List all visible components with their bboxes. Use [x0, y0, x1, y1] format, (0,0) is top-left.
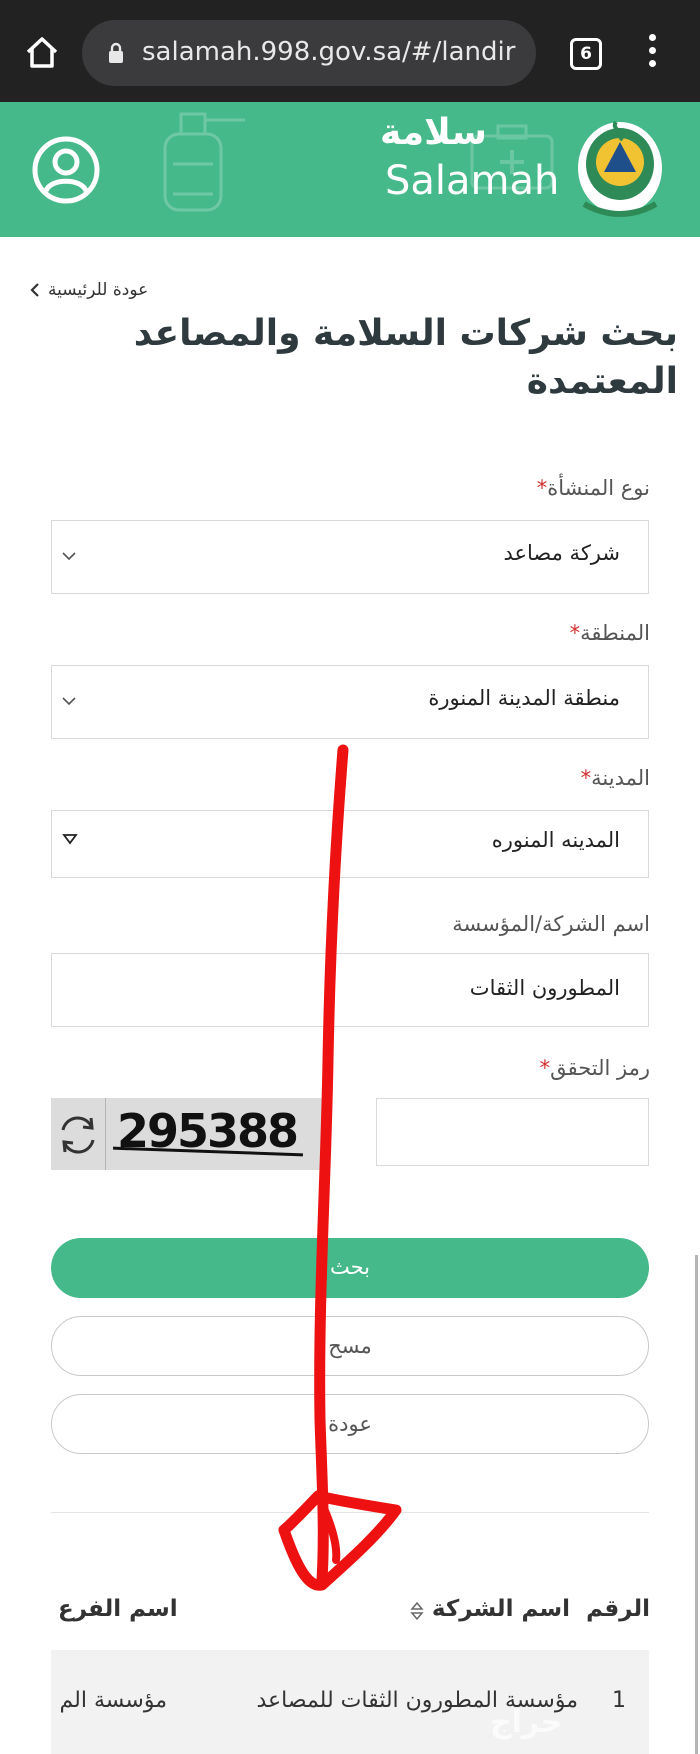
captcha-image: 295388: [51, 1098, 323, 1170]
column-header-branch[interactable]: اسم الفرع: [58, 1596, 178, 1622]
region-label: المنطقة*: [566, 621, 650, 645]
address-bar[interactable]: salamah.998.gov.sa/#/landir: [82, 20, 536, 86]
captcha-refresh-button[interactable]: [51, 1098, 106, 1170]
column-header-company[interactable]: اسم الشركة: [432, 1596, 570, 1622]
company-name-value: المطورون الثقات: [469, 976, 620, 1000]
civil-defense-emblem-icon: [578, 120, 662, 217]
sort-icon[interactable]: [410, 1600, 424, 1622]
chevron-down-icon: [62, 552, 76, 561]
section-divider: [51, 1512, 649, 1513]
browser-toolbar: salamah.998.gov.sa/#/landir 6: [0, 0, 700, 102]
facility-type-value: شركة مصاعد: [503, 541, 620, 565]
required-marker: *: [539, 1056, 551, 1080]
watermark-logo: حراج: [490, 1705, 563, 1740]
back-to-home-link[interactable]: عودة للرئيسية: [30, 280, 148, 310]
lock-icon: [109, 42, 123, 63]
home-icon[interactable]: [22, 32, 62, 72]
required-marker: *: [569, 621, 581, 645]
refresh-icon: [61, 1116, 95, 1154]
search-button[interactable]: بحث: [51, 1238, 649, 1298]
captcha-input[interactable]: [376, 1098, 649, 1166]
region-select[interactable]: منطقة المدينة المنورة: [51, 665, 649, 739]
brand-name-arabic: سلامة: [380, 112, 487, 153]
chevron-down-icon: [62, 697, 76, 706]
facility-type-label-text: نوع المنشأة: [547, 476, 650, 500]
required-marker: *: [580, 766, 592, 790]
back-button[interactable]: عودة: [51, 1394, 649, 1454]
extinguisher-icon: [163, 112, 245, 212]
captcha-label: رمز التحقق*: [536, 1056, 650, 1080]
more-menu-icon[interactable]: [646, 34, 658, 74]
cell-branch: مؤسسة الم: [59, 1688, 167, 1713]
company-name-label: اسم الشركة/المؤسسة: [452, 912, 650, 936]
url-text[interactable]: salamah.998.gov.sa/#/landir: [142, 37, 527, 67]
city-label: المدينة*: [577, 766, 650, 790]
captcha-label-text: رمز التحقق: [550, 1056, 650, 1080]
back-link-label: عودة للرئيسية: [48, 280, 149, 300]
tab-count-button[interactable]: 6: [570, 38, 602, 70]
city-label-text: المدينة: [591, 766, 650, 790]
clear-button[interactable]: مسح: [51, 1316, 649, 1376]
facility-type-label: نوع المنشأة*: [533, 476, 650, 500]
region-label-text: المنطقة: [580, 621, 650, 645]
facility-type-select[interactable]: شركة مصاعد: [51, 520, 649, 594]
scrollbar[interactable]: [695, 1255, 698, 1754]
region-value: منطقة المدينة المنورة: [428, 686, 620, 710]
cell-number: 1: [612, 1688, 626, 1713]
brand-name-english: Salamah: [385, 158, 560, 204]
company-name-input[interactable]: المطورون الثقات: [51, 953, 649, 1027]
city-select[interactable]: المدينه المنوره: [51, 810, 649, 878]
site-header: سلامة Salamah: [0, 102, 700, 237]
user-account-icon[interactable]: [30, 134, 102, 206]
chevron-left-icon: [30, 283, 39, 297]
page-title: بحث شركات السلامة والمصاعد المعتمدة: [133, 313, 678, 402]
city-value: المدينه المنوره: [491, 828, 620, 852]
triangle-down-icon: [62, 834, 78, 845]
required-marker: *: [536, 476, 548, 500]
cell-branch-clip: مؤسسة الم: [51, 1672, 169, 1732]
column-header-number[interactable]: الرقم: [586, 1596, 650, 1622]
